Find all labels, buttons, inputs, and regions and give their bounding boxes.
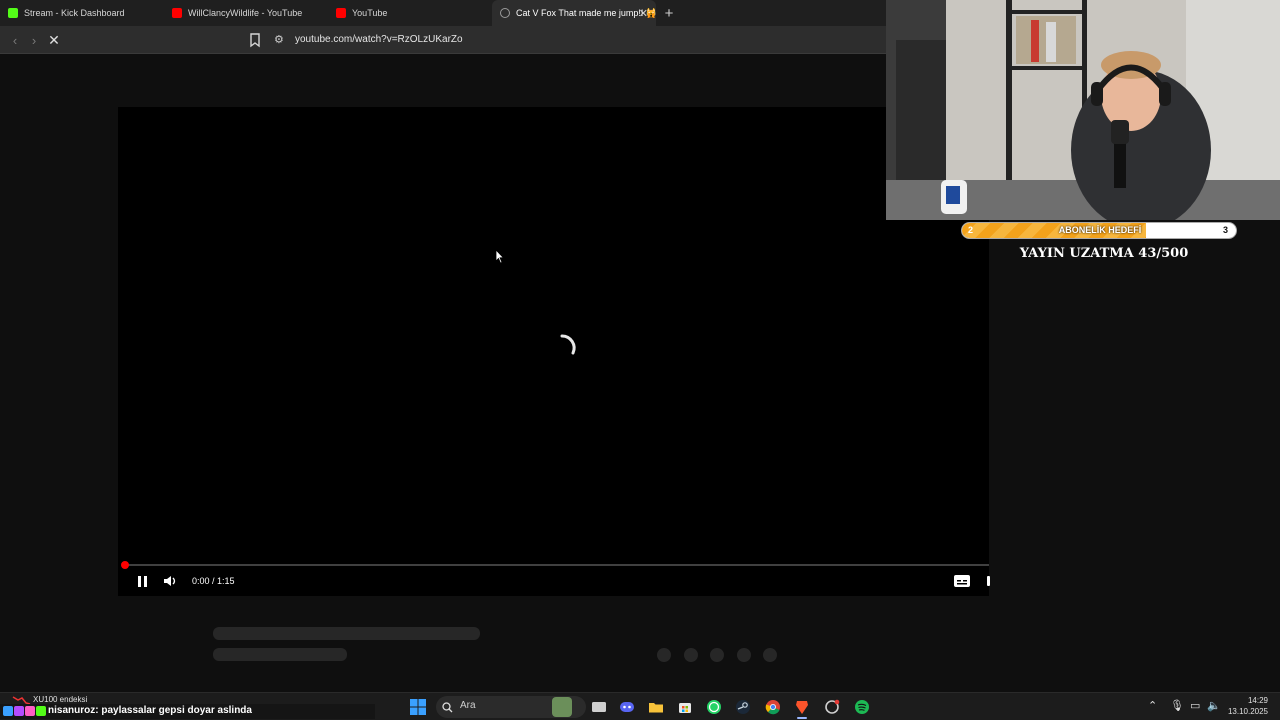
title-skeleton bbox=[213, 627, 480, 640]
chrome-icon[interactable] bbox=[763, 697, 783, 717]
loading-spinner-icon bbox=[560, 334, 576, 355]
subscription-goal-bar: 2 ABONELİK HEDEFİ 3 bbox=[961, 222, 1237, 239]
youtube-favicon-icon bbox=[172, 8, 182, 18]
clock-date: 13.10.2025 bbox=[1227, 707, 1268, 716]
new-tab-button[interactable]: + bbox=[656, 0, 682, 26]
chat-text: : paylassalar gepsi doyar aslinda bbox=[95, 705, 252, 716]
tab-title: Stream - Kick Dashboard bbox=[24, 8, 125, 18]
file-explorer-icon[interactable] bbox=[646, 697, 666, 717]
stop-loading-button[interactable]: ✕ bbox=[46, 32, 62, 48]
badge-icon bbox=[14, 706, 24, 716]
badge-icon bbox=[36, 706, 46, 716]
search-icon bbox=[442, 702, 453, 713]
youtube-favicon-icon bbox=[336, 8, 346, 18]
loading-favicon-icon bbox=[500, 8, 510, 18]
clock-time: 14:29 bbox=[1247, 696, 1268, 705]
progress-scrubber[interactable] bbox=[121, 561, 129, 569]
site-info-icon[interactable]: ⚙ bbox=[274, 33, 288, 47]
video-player[interactable] bbox=[118, 107, 989, 596]
network-icon[interactable]: ▭ bbox=[1190, 699, 1200, 712]
tab-title: YouTube bbox=[352, 8, 388, 18]
steam-icon[interactable] bbox=[733, 697, 753, 717]
back-button[interactable]: ‹ bbox=[7, 32, 23, 48]
stream-extend-text: YAYIN UZATMA 43/500 bbox=[1019, 246, 1189, 261]
badge-icon bbox=[3, 706, 13, 716]
tab-title: Cat V Fox That made me jump!! 🙀 bbox=[516, 7, 656, 18]
microphone-icon[interactable]: 🎙 bbox=[1170, 699, 1184, 712]
captions-icon[interactable] bbox=[953, 574, 971, 588]
action-skeleton bbox=[657, 648, 671, 662]
discord-icon[interactable] bbox=[617, 697, 637, 717]
badge-icon bbox=[25, 706, 35, 716]
windows-start-icon[interactable] bbox=[408, 697, 428, 717]
bookmark-icon[interactable] bbox=[248, 32, 262, 48]
system-clock[interactable]: 14:29 13.10.2025 bbox=[1228, 695, 1268, 717]
action-skeleton bbox=[737, 648, 751, 662]
brave-browser-icon[interactable] bbox=[792, 697, 812, 717]
action-skeleton bbox=[684, 648, 698, 662]
chat-badges bbox=[3, 706, 47, 717]
channel-skeleton bbox=[213, 648, 347, 661]
volume-icon[interactable] bbox=[162, 573, 180, 589]
video-time: 0:00 / 1:15 bbox=[192, 576, 235, 586]
speaker-icon[interactable]: 🔈 bbox=[1207, 699, 1221, 712]
action-skeleton bbox=[763, 648, 777, 662]
mouse-cursor-icon bbox=[495, 249, 505, 264]
windows-taskbar: XU100 endeksi nisanuroz: paylassalar gep… bbox=[0, 692, 1280, 720]
pause-button[interactable] bbox=[132, 572, 152, 590]
action-skeleton bbox=[710, 648, 724, 662]
kick-favicon-icon bbox=[8, 8, 18, 18]
spotify-icon[interactable] bbox=[852, 697, 872, 717]
screen: Stream - Kick Dashboard WillClancyWildli… bbox=[0, 0, 1280, 720]
close-tab-icon[interactable]: ✕ bbox=[639, 7, 648, 20]
microsoft-store-icon[interactable] bbox=[675, 697, 695, 717]
forward-button[interactable]: › bbox=[26, 32, 42, 48]
goal-end-value: 3 bbox=[1222, 225, 1228, 235]
url-text[interactable]: youtube.com/watch?v=RzOLzUKarZo bbox=[295, 34, 463, 45]
tab-bar: Stream - Kick Dashboard WillClancyWildli… bbox=[0, 0, 886, 26]
widgets-icon[interactable] bbox=[552, 697, 572, 717]
tab-cat-v-fox[interactable]: Cat V Fox That made me jump!! 🙀 ✕ bbox=[492, 0, 656, 26]
active-app-indicator bbox=[797, 717, 807, 719]
chat-message: nisanuroz: paylassalar gepsi doyar aslin… bbox=[48, 705, 252, 716]
whatsapp-icon[interactable] bbox=[704, 697, 724, 717]
app-icon[interactable] bbox=[822, 697, 842, 717]
tab-kick-dashboard[interactable]: Stream - Kick Dashboard bbox=[0, 0, 164, 26]
search-placeholder: Ara bbox=[460, 700, 476, 711]
goal-label: ABONELİK HEDEFİ bbox=[1058, 225, 1142, 235]
stock-label[interactable]: XU100 endeksi bbox=[33, 695, 87, 704]
address-bar-row: ‹ › ✕ ⚙ youtube.com/watch?v=RzOLzUKarZo bbox=[0, 26, 886, 54]
tab-youtube[interactable]: YouTube bbox=[328, 0, 492, 26]
tray-overflow-icon[interactable]: ⌃ bbox=[1148, 699, 1157, 712]
video-progress-bar[interactable] bbox=[123, 564, 989, 566]
webcam-feed bbox=[886, 0, 1280, 220]
tab-title: WillClancyWildlife - YouTube bbox=[188, 8, 303, 18]
chat-username: nisanuroz bbox=[48, 705, 96, 716]
more-settings-icon[interactable] bbox=[987, 576, 990, 586]
task-view-icon[interactable] bbox=[589, 697, 609, 717]
tab-willclancy-youtube[interactable]: WillClancyWildlife - YouTube bbox=[164, 0, 328, 26]
